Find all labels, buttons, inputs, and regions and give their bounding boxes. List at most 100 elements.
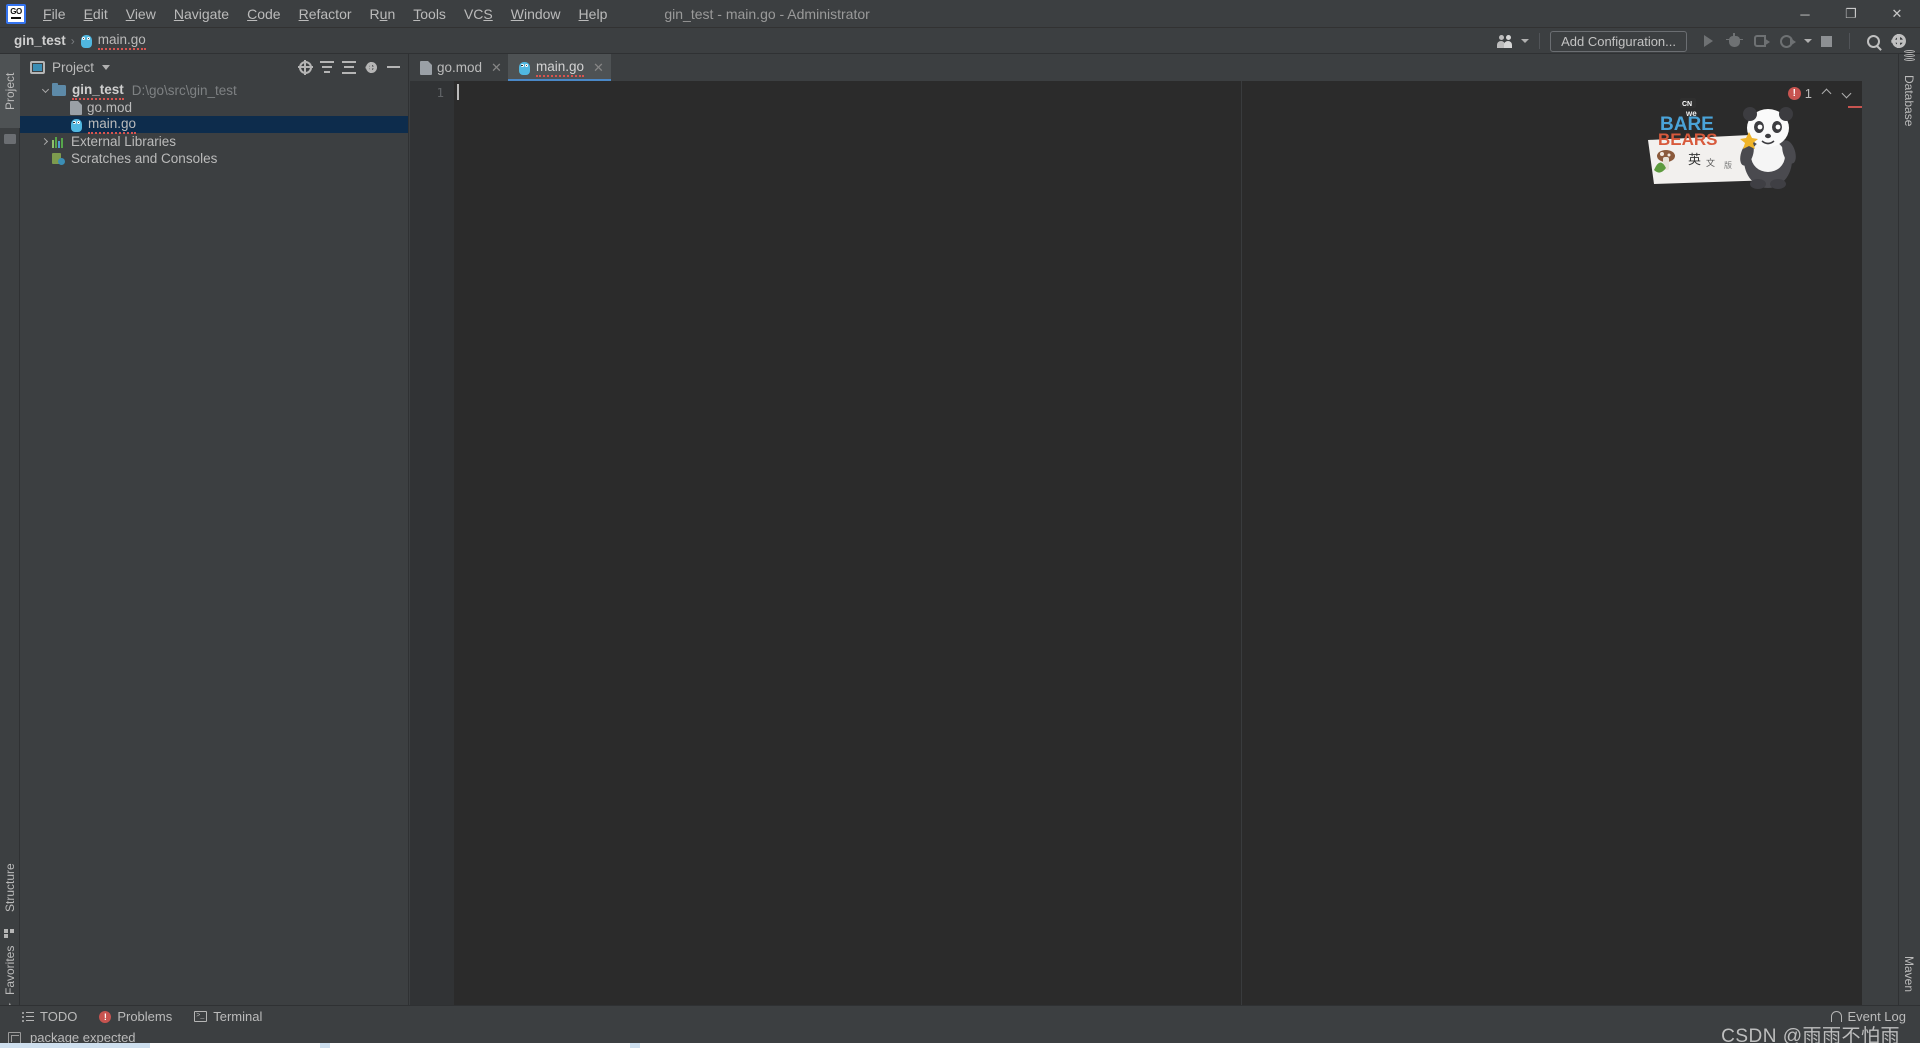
bottom-tab-todo[interactable]: TODO [22,1009,77,1024]
toolbar-right: Add Configuration... [1497,28,1920,54]
panda-illustration: we BARE BEARS CN 英 文 版 [1648,98,1796,189]
bare-bears-sticker: we BARE BEARS CN 英 文 版 [1642,94,1802,189]
project-panel-header: Project [20,54,408,80]
code-editor[interactable] [454,81,1862,1010]
sidebar-item-structure[interactable]: Structure [0,850,20,926]
menu-item-refactor[interactable]: Refactor [290,3,361,25]
sidebar-item-favorites-label: Favorites [3,945,17,995]
bottom-tab-todo-label: TODO [40,1009,78,1024]
go-file-icon [70,118,83,132]
coverage-icon [1754,35,1770,47]
module-file-icon [70,100,82,115]
go-file-icon [80,34,93,48]
error-stripe-marker[interactable] [1848,106,1862,108]
svg-text:文: 文 [1706,157,1715,169]
sidebar-item-project[interactable]: Project [0,54,20,128]
stop-button[interactable] [1813,30,1839,52]
navigation-bar: gin_test › main.go Add Configuration... [0,28,1920,54]
sidebar-item-database[interactable]: Database [1898,62,1920,140]
database-icon [1904,50,1915,62]
menu-item-vcs[interactable]: VCS [455,3,502,25]
profile-button[interactable] [1773,30,1799,52]
inspection-icon[interactable] [8,1031,21,1044]
menu-item-navigate[interactable]: Navigate [165,3,238,25]
breadcrumb-project[interactable]: gin_test [14,33,66,48]
settings-button[interactable] [1886,30,1912,52]
chevron-down-icon[interactable] [102,64,111,70]
editor-tab-go-mod[interactable]: go.mod ✕ [410,54,509,81]
select-opened-file-button[interactable] [294,56,316,78]
line-number-1: 1 [436,85,444,100]
run-button[interactable] [1695,30,1721,52]
tree-row-main-go[interactable]: main.go [20,116,408,134]
profile-dropdown[interactable] [1799,30,1813,52]
search-everywhere-button[interactable] [1860,30,1886,52]
taskbar-sliver [0,1043,1920,1048]
sidebar-item-project-label: Project [3,72,17,110]
stop-icon [1820,35,1832,47]
bottom-tab-terminal-label: Terminal [213,1009,263,1024]
tree-row-external-libraries[interactable]: External Libraries [20,133,408,150]
hide-panel-button[interactable] [382,56,404,78]
menu-item-window[interactable]: Window [502,3,570,25]
user-icon [1497,34,1515,48]
minimize-button[interactable]: ─ [1782,0,1828,28]
breadcrumb-file[interactable]: main.go [80,32,146,50]
close-button[interactable]: ✕ [1874,0,1920,28]
project-icon [30,60,45,74]
editor-tab-main-go-close[interactable]: ✕ [593,61,604,74]
tree-row-go-mod[interactable]: go.mod [20,99,408,116]
bottom-tab-problems-label: Problems [117,1009,173,1024]
menu-item-help[interactable]: Help [570,3,617,25]
sidebar-item-maven[interactable]: Maven [1898,944,1920,1004]
minimize-icon [386,66,400,68]
inspection-widget[interactable]: ! 1 [1787,86,1852,101]
collapse-all-button[interactable] [316,56,338,78]
tree-row-scratches-and-consoles[interactable]: Scratches and Consoles [20,150,408,167]
add-configuration-button[interactable]: Add Configuration... [1550,30,1687,52]
sidebar-item-favorites[interactable]: Favorites [0,940,20,1000]
svg-text:BEARS: BEARS [1658,130,1718,149]
menu-item-tools[interactable]: Tools [404,3,455,25]
tree-row-gin-test[interactable]: gin_test D:\go\src\gin_test [20,82,408,100]
editor-area: go.mod ✕ main.go ✕ 1 ! 1 we BARE BEARS C… [410,54,1862,1010]
svg-text:版: 版 [1724,160,1732,170]
menu-item-view[interactable]: View [117,3,165,25]
coverage-button[interactable] [1747,30,1773,52]
todo-icon [22,1011,34,1022]
menu-bar: GO File Edit View Navigate Code Refactor… [0,0,1920,28]
chevron-right-icon[interactable] [38,137,52,146]
breadcrumb-separator: › [70,33,75,48]
editor-tab-go-mod-label: go.mod [437,60,483,75]
bottom-tab-terminal[interactable]: >_ Terminal [194,1009,262,1024]
project-files-icon[interactable] [4,134,16,144]
tree-path-gin-test: D:\go\src\gin_test [131,83,237,98]
editor-tab-main-go[interactable]: main.go ✕ [508,54,611,81]
debug-button[interactable] [1721,30,1747,52]
editor-tab-bar: go.mod ✕ main.go ✕ [410,54,1862,81]
left-tool-window-bar: Project Structure Favorites ★ [0,54,20,1014]
menu-item-run[interactable]: Run [361,3,405,25]
error-icon: ! [1787,87,1801,100]
menu-item-code[interactable]: Code [238,3,289,25]
bottom-tab-problems[interactable]: ! Problems [99,1009,172,1024]
app-logo-text: GO [10,7,22,16]
menu-item-edit[interactable]: Edit [75,3,117,25]
tree-label-main-go: main.go [88,116,137,134]
previous-error-icon[interactable] [1821,88,1832,99]
next-error-icon[interactable] [1841,88,1852,99]
sidebar-item-database-label: Database [1902,75,1916,127]
editor-tab-go-mod-close[interactable]: ✕ [491,61,502,74]
maximize-button[interactable]: ❐ [1828,0,1874,28]
goland-window: GO File Edit View Navigate Code Refactor… [0,0,1920,1048]
project-settings-button[interactable] [360,56,382,78]
profile-icon [1779,34,1796,48]
chevron-down-icon[interactable] [38,85,52,93]
editor-gutter[interactable]: 1 [410,81,454,1010]
user-account-button[interactable] [1497,34,1530,48]
scratches-icon [52,152,65,165]
menu-item-file[interactable]: File [34,3,75,25]
chevron-down-icon [1804,39,1812,43]
bottom-tool-window-bar: TODO ! Problems >_ Terminal Event Log [0,1005,1920,1027]
expand-all-button[interactable] [338,56,360,78]
